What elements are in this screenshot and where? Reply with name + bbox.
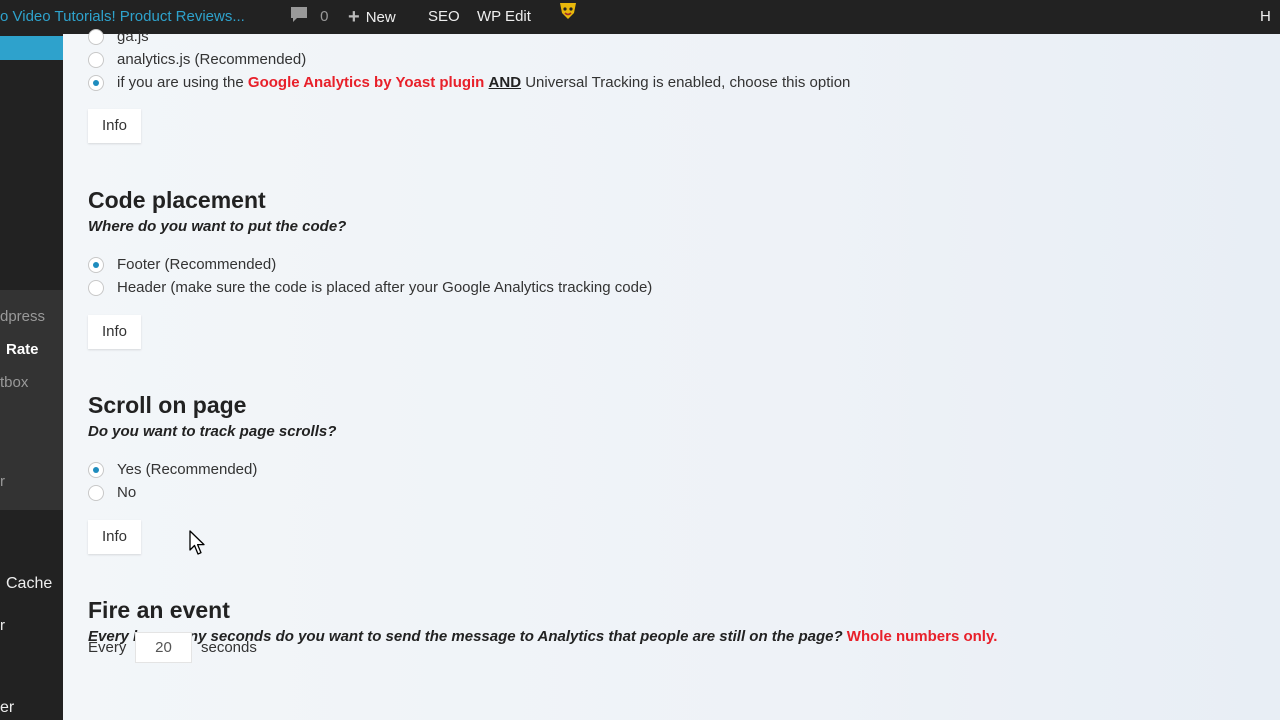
fire-event-title: Fire an event (88, 597, 230, 623)
comments-link[interactable]: 0 (289, 0, 329, 34)
yoast-plugin-name: Google Analytics by Yoast plugin (247, 74, 485, 91)
and-emphasis: AND (488, 74, 522, 91)
sidebar-active-item[interactable] (0, 36, 63, 60)
radio-scroll-yes[interactable] (88, 462, 104, 478)
radio-label: analytics.js (Recommended) (117, 51, 307, 68)
radio-label: Yes (Recommended) (117, 461, 258, 478)
yoast-suffix: Universal Tracking is enabled, choose th… (525, 74, 851, 91)
sidebar-item-r[interactable]: r (0, 473, 5, 490)
sidebar-item-rate[interactable]: Rate (6, 341, 39, 358)
seconds-input[interactable] (135, 632, 192, 663)
radio-label: if you are using the Google Analytics by… (117, 72, 850, 94)
scroll-on-page-title: Scroll on page (88, 392, 247, 418)
mouse-pointer-icon (189, 530, 205, 555)
sidebar-item-wordpress[interactable]: dpress (0, 308, 45, 325)
comments-count: 0 (320, 8, 329, 25)
whole-numbers-note: Whole numbers only. (846, 628, 998, 645)
radio-scroll-no[interactable] (88, 485, 104, 501)
radio-footer[interactable] (88, 257, 104, 273)
sidebar-item-toolbox[interactable]: tbox (0, 374, 28, 391)
radio-label: Header (make sure the code is placed aft… (117, 279, 653, 296)
code-placement-info-button[interactable]: Info (88, 315, 141, 349)
yoast-prefix: if you are using the (117, 74, 244, 91)
radio-label: ga.js (117, 28, 149, 45)
seo-menu[interactable]: SEO (428, 0, 460, 34)
sidebar-item-cache[interactable]: Cache (6, 575, 52, 593)
sidebar-item-r2[interactable]: r (0, 617, 5, 634)
comment-bubble-icon (291, 7, 307, 22)
code-placement-title: Code placement (88, 187, 266, 213)
every-label: Every (88, 639, 127, 656)
plugin-badge-icon[interactable] (557, 0, 579, 34)
account-menu[interactable]: H (1260, 0, 1271, 34)
admin-bar: o Video Tutorials! Product Reviews... 0 … (0, 0, 1280, 34)
radio-label: No (117, 484, 137, 501)
radio-analytics-js[interactable] (88, 52, 104, 68)
plus-icon: + (348, 6, 360, 28)
tracking-info-button[interactable]: Info (88, 109, 141, 143)
new-label: New (365, 9, 396, 26)
scroll-on-page-question: Do you want to track page scrolls? (88, 423, 337, 440)
new-content-button[interactable]: + New (348, 0, 396, 34)
radio-header[interactable] (88, 280, 104, 296)
admin-sidebar: dpress Rate tbox r Cache r er (0, 34, 63, 720)
wp-edit-menu[interactable]: WP Edit (477, 0, 531, 34)
settings-content: ga.js analytics.js (Recommended) if you … (63, 28, 1280, 720)
radio-yoast[interactable] (88, 75, 104, 91)
seconds-label: seconds (201, 639, 257, 656)
radio-label: Footer (Recommended) (117, 256, 277, 273)
sidebar-item-er[interactable]: er (0, 699, 14, 717)
scroll-info-button[interactable]: Info (88, 520, 141, 554)
radio-ga-js[interactable] (88, 29, 104, 45)
code-placement-question: Where do you want to put the code? (88, 218, 347, 235)
